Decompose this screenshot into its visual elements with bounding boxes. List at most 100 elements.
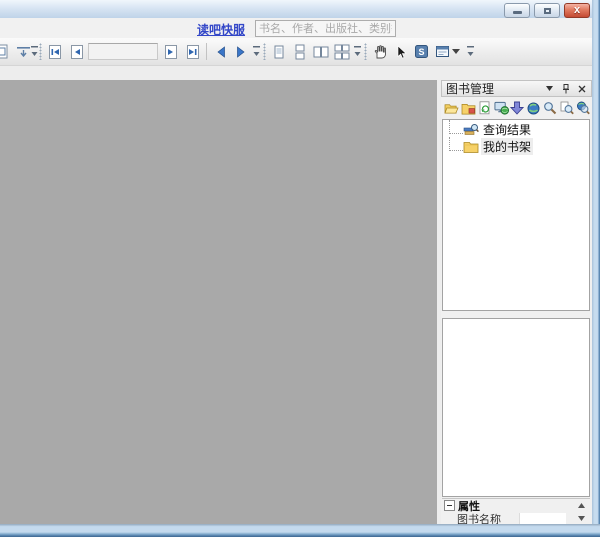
tree-line	[449, 120, 463, 134]
online-computer-button[interactable]	[493, 100, 508, 117]
chevron-down-icon	[353, 44, 362, 59]
search-page-icon	[560, 101, 574, 115]
chevron-down-icon	[546, 86, 553, 91]
chevron-down-icon	[30, 44, 39, 59]
back-button[interactable]	[210, 41, 231, 62]
snapshot-tool-icon: S	[414, 44, 429, 59]
single-page-layout-icon	[271, 44, 287, 60]
tree-item-query-results[interactable]: 查询结果	[443, 122, 589, 137]
bookshelf-folder-icon	[463, 140, 479, 154]
search-results-icon	[463, 123, 479, 137]
panel-header-buttons	[543, 82, 588, 95]
scroll-up-button[interactable]	[576, 500, 587, 511]
page-number-box[interactable]	[88, 43, 158, 60]
main-toolbar: S	[0, 38, 592, 66]
fit-width-icon	[16, 44, 31, 59]
panel-close-button[interactable]	[575, 82, 588, 95]
online-computer-icon	[494, 101, 509, 115]
continuous-facing-layout-icon	[334, 44, 350, 60]
snapshot-tool-button[interactable]: S	[411, 41, 432, 62]
refresh-page-button[interactable]	[477, 100, 492, 117]
facing-pages-layout-button[interactable]	[310, 41, 331, 62]
search-icon	[543, 101, 557, 115]
toolbar-separator	[206, 43, 207, 60]
triangle-up-icon	[578, 503, 585, 508]
panel-header: 图书管理	[441, 80, 592, 97]
download-icon	[510, 101, 524, 115]
first-page-button[interactable]	[44, 41, 65, 62]
search-button[interactable]	[543, 100, 558, 117]
toolbar-grip[interactable]	[263, 43, 266, 60]
restore-icon	[544, 8, 551, 14]
toolbar-substrip	[0, 66, 592, 80]
prev-page-icon	[69, 44, 85, 60]
first-page-icon	[47, 44, 63, 60]
last-page-icon	[185, 44, 201, 60]
tree-item-label: 查询结果	[481, 121, 533, 138]
refresh-page-icon	[478, 101, 492, 115]
last-page-button[interactable]	[182, 41, 203, 62]
close-icon: x	[574, 5, 580, 16]
select-tool-icon	[394, 45, 408, 59]
toolbar-overflow-button[interactable]	[252, 44, 261, 59]
close-button[interactable]: x	[564, 3, 590, 18]
back-icon	[214, 45, 228, 59]
triangle-down-icon	[578, 516, 585, 521]
toolbar-overflow-button[interactable]	[30, 44, 39, 59]
fit-page-button[interactable]	[0, 41, 12, 62]
properties-grid: 属性 图书名称	[442, 498, 590, 524]
search-web-icon	[576, 101, 590, 115]
toolbar-overflow-button[interactable]	[353, 44, 362, 59]
single-page-layout-button[interactable]	[268, 41, 289, 62]
fit-page-icon	[0, 44, 9, 59]
form-tool-dropdown[interactable]	[450, 41, 462, 62]
window-frame-bottom	[0, 524, 600, 537]
hand-tool-button[interactable]	[369, 41, 390, 62]
panel-toolbar	[442, 98, 591, 118]
next-page-button[interactable]	[160, 41, 181, 62]
scroll-down-button[interactable]	[576, 513, 587, 524]
panel-menu-button[interactable]	[543, 82, 556, 95]
forward-button[interactable]	[230, 41, 251, 62]
minimize-button[interactable]	[504, 3, 530, 18]
tree-item-my-bookshelf[interactable]: 我的书架	[443, 139, 589, 154]
window-frame-right	[592, 0, 600, 537]
tree-line	[449, 137, 463, 151]
toolbar-grip[interactable]	[364, 43, 367, 60]
property-value-cell[interactable]	[519, 513, 566, 525]
import-folder-button[interactable]	[460, 100, 475, 117]
toolbar-grip[interactable]	[39, 43, 42, 60]
globe-button[interactable]	[526, 100, 541, 117]
form-tool-icon	[435, 44, 450, 59]
panel-pin-button[interactable]	[559, 82, 572, 95]
book-search-input[interactable]	[255, 20, 396, 37]
chevron-down-icon	[466, 44, 475, 59]
quick-access-bar: 读吧快服	[0, 18, 592, 38]
select-tool-button[interactable]	[390, 41, 411, 62]
import-folder-icon	[461, 102, 476, 115]
toolbar-overflow-button[interactable]	[466, 44, 475, 59]
restore-button[interactable]	[534, 3, 560, 18]
book-list-pane	[442, 318, 590, 497]
document-canvas	[0, 80, 437, 524]
download-button[interactable]	[510, 100, 525, 117]
facing-pages-layout-icon	[313, 44, 329, 60]
collapse-icon[interactable]	[444, 500, 455, 511]
hand-tool-icon	[372, 44, 388, 60]
open-file-icon	[444, 102, 459, 115]
chevron-down-icon	[452, 49, 460, 54]
library-tree: 查询结果 我的书架	[442, 119, 590, 311]
globe-icon	[527, 102, 540, 115]
window-controls: x	[504, 3, 590, 18]
search-page-button[interactable]	[559, 100, 574, 117]
next-page-icon	[163, 44, 179, 60]
continuous-layout-button[interactable]	[289, 41, 310, 62]
continuous-facing-layout-button[interactable]	[331, 41, 352, 62]
prev-page-button[interactable]	[66, 41, 87, 62]
search-web-button[interactable]	[576, 100, 591, 117]
titlebar: x	[0, 0, 600, 18]
svg-text:S: S	[418, 47, 424, 57]
open-file-button[interactable]	[444, 100, 459, 117]
quick-service-link[interactable]: 读吧快服	[197, 21, 245, 38]
book-management-panel: 图书管理	[441, 80, 592, 524]
